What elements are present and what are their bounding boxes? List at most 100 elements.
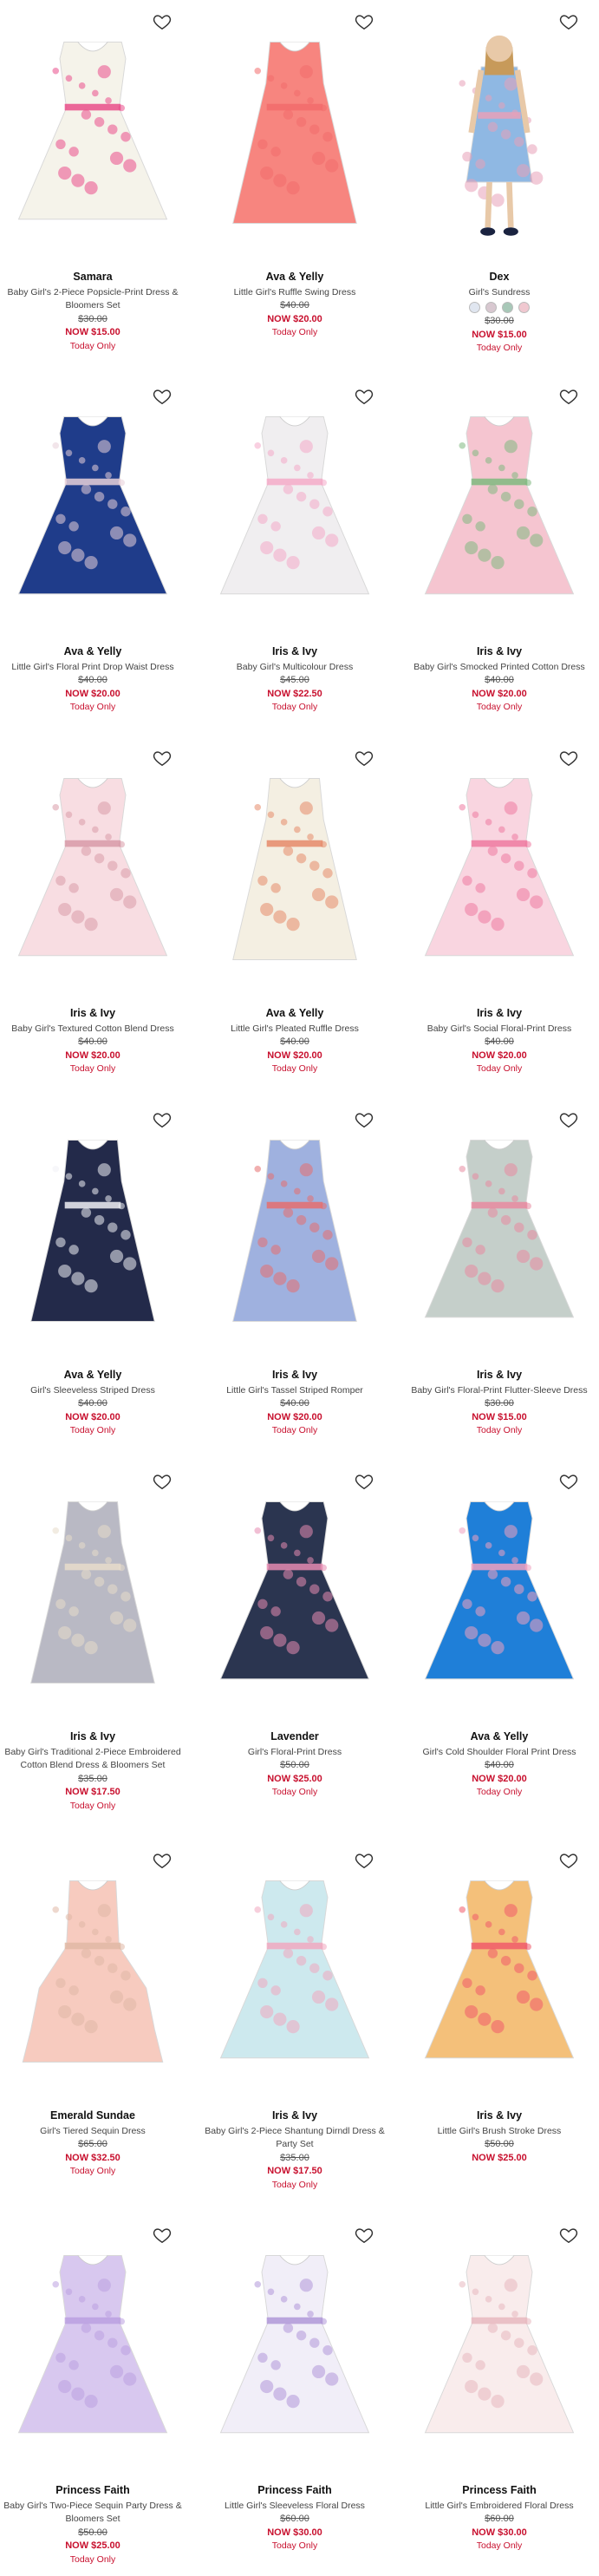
product-image[interactable] (400, 0, 599, 265)
product-image[interactable] (0, 1098, 192, 1363)
product-brand[interactable]: Iris & Ivy (195, 1369, 394, 1383)
product-image[interactable] (195, 375, 394, 639)
product-image[interactable] (400, 375, 599, 639)
product-card[interactable]: Iris & Ivy Baby Girl's 2-Piece Shantung … (195, 1839, 394, 2199)
product-brand[interactable]: Ava & Yelly (400, 1730, 599, 1744)
product-name[interactable]: Little Girl's Sleeveless Floral Dress (195, 2500, 394, 2514)
color-swatch[interactable] (518, 302, 530, 313)
product-brand[interactable]: Dex (400, 271, 599, 284)
product-card[interactable]: Ava & Yelly Little Girl's Pleated Ruffle… (195, 736, 394, 1096)
product-name[interactable]: Baby Girl's Social Floral-Print Dress (400, 1023, 599, 1036)
product-brand[interactable]: Iris & Ivy (0, 1730, 192, 1744)
product-brand[interactable]: Ava & Yelly (0, 645, 192, 659)
product-image[interactable] (0, 1839, 192, 2103)
product-image[interactable] (0, 1460, 192, 1724)
product-card[interactable]: Iris & Ivy Baby Girl's Floral-Print Flut… (400, 1098, 599, 1458)
product-name[interactable]: Baby Girl's 2-Piece Shantung Dirndl Dres… (195, 2125, 394, 2152)
product-name[interactable]: Girl's Tiered Sequin Dress (0, 2125, 192, 2139)
product-image[interactable] (195, 1460, 394, 1724)
product-card[interactable]: Iris & Ivy Baby Girl's Traditional 2-Pie… (0, 1460, 192, 1820)
product-brand[interactable]: Ava & Yelly (195, 1007, 394, 1021)
product-name[interactable]: Little Girl's Pleated Ruffle Dress (195, 1023, 394, 1036)
product-card[interactable]: Iris & Ivy Baby Girl's Multicolour Dress… (195, 375, 394, 735)
heart-outline-icon[interactable] (153, 12, 172, 31)
product-image[interactable] (195, 2213, 394, 2478)
product-name[interactable]: Little Girl's Floral Print Drop Waist Dr… (0, 661, 192, 675)
heart-outline-icon[interactable] (559, 387, 578, 406)
product-card[interactable]: Iris & Ivy Baby Girl's Smocked Printed C… (400, 375, 599, 735)
product-card[interactable]: Emerald Sundae Girl's Tiered Sequin Dres… (0, 1839, 192, 2199)
heart-outline-icon[interactable] (355, 749, 374, 768)
product-image[interactable] (0, 736, 192, 1001)
heart-outline-icon[interactable] (153, 387, 172, 406)
heart-outline-icon[interactable] (355, 12, 374, 31)
product-name[interactable]: Little Girl's Brush Stroke Dress (400, 2125, 599, 2139)
product-image[interactable] (400, 736, 599, 1001)
product-card[interactable]: Iris & Ivy Baby Girl's Textured Cotton B… (0, 736, 192, 1096)
product-brand[interactable]: Iris & Ivy (195, 2109, 394, 2123)
product-name[interactable]: Girl's Floral-Print Dress (195, 1746, 394, 1760)
heart-outline-icon[interactable] (153, 1851, 172, 1870)
product-brand[interactable]: Ava & Yelly (195, 271, 394, 284)
product-image[interactable] (195, 0, 394, 265)
product-brand[interactable]: Iris & Ivy (195, 645, 394, 659)
heart-outline-icon[interactable] (355, 387, 374, 406)
heart-outline-icon[interactable] (559, 1110, 578, 1129)
heart-outline-icon[interactable] (153, 1110, 172, 1129)
product-name[interactable]: Baby Girl's Smocked Printed Cotton Dress (400, 661, 599, 675)
product-brand[interactable]: Iris & Ivy (400, 2109, 599, 2123)
product-brand[interactable]: Princess Faith (400, 2484, 599, 2498)
heart-outline-icon[interactable] (559, 12, 578, 31)
product-image[interactable] (0, 2213, 192, 2478)
product-name[interactable]: Baby Girl's Floral-Print Flutter-Sleeve … (400, 1384, 599, 1398)
heart-outline-icon[interactable] (355, 1110, 374, 1129)
product-name[interactable]: Girl's Sleeveless Striped Dress (0, 1384, 192, 1398)
product-image[interactable] (195, 736, 394, 1001)
product-card[interactable]: Princess Faith Little Girl's Embroidered… (400, 2213, 599, 2573)
product-brand[interactable]: Lavender (195, 1730, 394, 1744)
product-image[interactable] (195, 1839, 394, 2103)
product-brand[interactable]: Emerald Sundae (0, 2109, 192, 2123)
product-brand[interactable]: Iris & Ivy (0, 1007, 192, 1021)
heart-outline-icon[interactable] (153, 749, 172, 768)
color-swatch[interactable] (469, 302, 480, 313)
heart-outline-icon[interactable] (153, 1472, 172, 1491)
product-brand[interactable]: Iris & Ivy (400, 645, 599, 659)
product-image[interactable] (0, 0, 192, 265)
product-name[interactable]: Baby Girl's Two-Piece Sequin Party Dress… (0, 2500, 192, 2527)
product-card[interactable]: Ava & Yelly Little Girl's Floral Print D… (0, 375, 192, 735)
heart-outline-icon[interactable] (355, 1472, 374, 1491)
product-brand[interactable]: Ava & Yelly (0, 1369, 192, 1383)
product-name[interactable]: Girl's Cold Shoulder Floral Print Dress (400, 1746, 599, 1760)
product-name[interactable]: Little Girl's Embroidered Floral Dress (400, 2500, 599, 2514)
color-swatch[interactable] (485, 302, 497, 313)
product-card[interactable]: Ava & Yelly Little Girl's Ruffle Swing D… (195, 0, 394, 360)
product-name[interactable]: Little Girl's Ruffle Swing Dress (195, 286, 394, 300)
product-card[interactable]: Princess Faith Little Girl's Sleeveless … (195, 2213, 394, 2573)
product-card[interactable]: Iris & Ivy Baby Girl's Social Floral-Pri… (400, 736, 599, 1096)
product-image[interactable] (400, 1098, 599, 1363)
product-card[interactable]: Iris & Ivy Little Girl's Tassel Striped … (195, 1098, 394, 1458)
product-brand[interactable]: Samara (0, 271, 192, 284)
product-brand[interactable]: Iris & Ivy (400, 1007, 599, 1021)
product-name[interactable]: Girl's Sundress (400, 286, 599, 300)
product-brand[interactable]: Iris & Ivy (400, 1369, 599, 1383)
product-card[interactable]: Lavender Girl's Floral-Print Dress $50.0… (195, 1460, 394, 1820)
product-image[interactable] (400, 2213, 599, 2478)
color-swatch[interactable] (502, 302, 513, 313)
product-card[interactable]: Dex Girl's Sundress $30.00 NOW $15.00 To… (400, 0, 599, 360)
product-brand[interactable]: Princess Faith (0, 2484, 192, 2498)
heart-outline-icon[interactable] (355, 1851, 374, 1870)
product-card[interactable]: Iris & Ivy Little Girl's Brush Stroke Dr… (400, 1839, 599, 2199)
product-name[interactable]: Baby Girl's 2-Piece Popsicle-Print Dress… (0, 286, 192, 313)
product-name[interactable]: Baby Girl's Multicolour Dress (195, 661, 394, 675)
heart-outline-icon[interactable] (559, 749, 578, 768)
product-card[interactable]: Ava & Yelly Girl's Cold Shoulder Floral … (400, 1460, 599, 1820)
heart-outline-icon[interactable] (559, 2226, 578, 2245)
heart-outline-icon[interactable] (559, 1472, 578, 1491)
product-image[interactable] (0, 375, 192, 639)
product-card[interactable]: Samara Baby Girl's 2-Piece Popsicle-Prin… (0, 0, 192, 360)
product-brand[interactable]: Princess Faith (195, 2484, 394, 2498)
product-name[interactable]: Little Girl's Tassel Striped Romper (195, 1384, 394, 1398)
product-name[interactable]: Baby Girl's Traditional 2-Piece Embroide… (0, 1746, 192, 1773)
